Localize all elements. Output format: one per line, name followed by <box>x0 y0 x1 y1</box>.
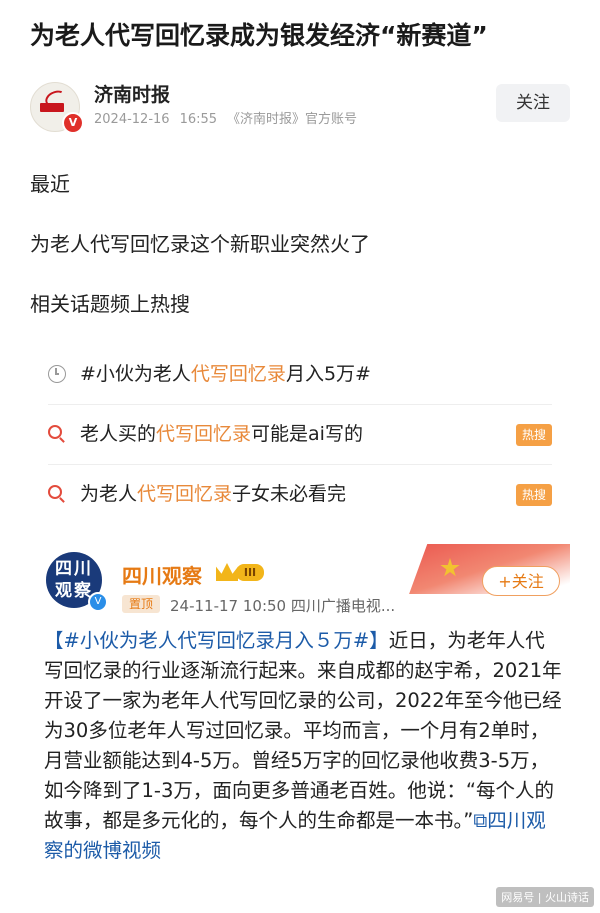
weibo-text: 近日，为老年人代写回忆录的行业逐渐流行起来。来自成都的赵宇希，2021年开设了一… <box>44 629 562 832</box>
weibo-meta: 24-11-17 10:50 四川广播电视... <box>170 597 396 615</box>
author-account: 《济南时报》官方账号 <box>227 112 358 127</box>
follow-button[interactable]: 关注 <box>496 84 570 122</box>
weibo-hashtag[interactable]: 【#小伙为老人代写回忆录月入５万#】 <box>44 629 389 652</box>
article-title: 为老人代写回忆录成为银发经济“新赛道” <box>30 21 488 50</box>
weibo-username[interactable]: 四川观察 <box>122 560 202 589</box>
weibo-body: 【#小伙为老人代写回忆录月入５万#】近日，为老年人代写回忆录的行业逐渐流行起来。… <box>44 626 564 866</box>
hot-badge: 热搜 <box>516 424 552 446</box>
search-icon <box>48 425 62 439</box>
video-icon: ⧉ <box>473 809 488 832</box>
watermark: 网易号 | 火山诗话 <box>496 887 594 907</box>
search-icon <box>48 485 62 499</box>
author-bar: V 济南时报 2024-12-16 16:55 《济南时报》官方账号 关注 <box>30 76 570 134</box>
hot-search-text: #小伙为老人代写回忆录月入5万# <box>80 363 371 385</box>
clock-icon <box>48 365 66 383</box>
paragraph: 为老人代写回忆录这个新职业突然火了 <box>30 232 370 256</box>
author-name[interactable]: 济南时报 <box>94 80 170 107</box>
hot-search-item[interactable]: 为老人代写回忆录子女未必看完 热搜 <box>30 465 570 525</box>
pinned-badge: 置顶 <box>122 595 160 613</box>
hot-badge: 热搜 <box>516 484 552 506</box>
level-badge: III <box>236 564 264 581</box>
hot-search-card: #小伙为老人代写回忆录月入5万# 老人买的代写回忆录可能是ai写的 热搜 为老人… <box>30 345 570 525</box>
publish-time: 16:55 <box>179 112 218 127</box>
author-meta: 2024-12-16 16:55 《济南时报》官方账号 <box>94 108 367 127</box>
verified-icon: V <box>62 112 84 134</box>
paragraph: 最近 <box>30 172 70 196</box>
paragraph: 相关话题频上热搜 <box>30 292 190 316</box>
hot-search-item[interactable]: 老人买的代写回忆录可能是ai写的 热搜 <box>30 405 570 465</box>
weibo-follow-button[interactable]: +关注 <box>482 566 560 596</box>
weibo-post: 四川观察 V 四川观察 III 置顶 24-11-17 10:50 四川广播电视… <box>30 540 570 913</box>
publish-date: 2024-12-16 <box>94 112 170 127</box>
logo-box-icon <box>40 103 64 112</box>
hot-search-text: 为老人代写回忆录子女未必看完 <box>80 483 347 505</box>
hot-search-item[interactable]: #小伙为老人代写回忆录月入5万# <box>30 345 570 405</box>
hot-search-text: 老人买的代写回忆录可能是ai写的 <box>80 423 363 445</box>
crown-icon: III <box>216 561 266 585</box>
verified-icon: V <box>88 592 108 612</box>
